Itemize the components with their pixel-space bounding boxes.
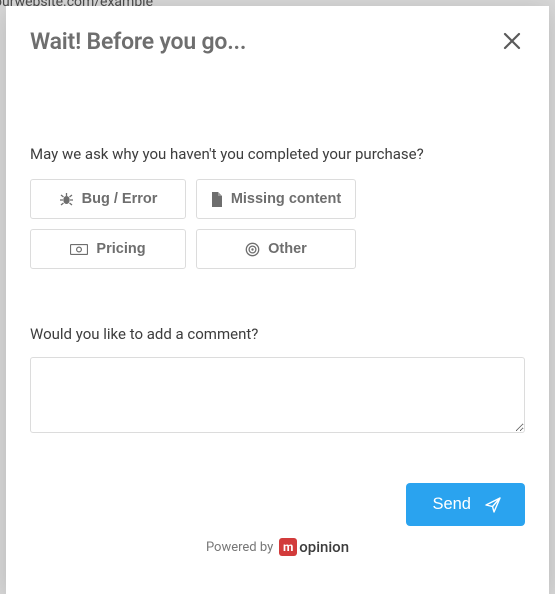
reason-question: May we ask why you haven't you completed… [30,145,525,269]
powered-by-row: Powered by mopinion [30,538,525,556]
modal-title: Wait! Before you go... [30,28,246,55]
close-icon [503,32,521,50]
option-label: Pricing [96,241,145,257]
modal-footer-actions: Send [30,483,525,526]
option-missing-content[interactable]: Missing content [196,179,356,219]
file-icon [211,192,223,207]
bug-icon [59,192,74,206]
feedback-modal: Wait! Before you go... May we ask why yo… [6,6,549,594]
reason-question-label: May we ask why you haven't you completed… [30,145,525,163]
comment-textarea[interactable] [30,357,525,433]
option-label: Bug / Error [82,191,158,207]
option-bug-error[interactable]: Bug / Error [30,179,186,219]
brand-rest: opinion [299,538,349,556]
close-button[interactable] [499,28,525,54]
modal-header: Wait! Before you go... [30,28,525,55]
option-label: Missing content [231,191,341,207]
send-button-label: Send [432,495,471,514]
money-icon [70,244,88,255]
comment-question: Would you like to add a comment? [30,325,525,437]
option-pricing[interactable]: Pricing [30,229,186,269]
option-other[interactable]: Other [196,229,356,269]
paper-plane-icon [485,497,501,513]
comment-label: Would you like to add a comment? [30,325,525,343]
brand-mopinion[interactable]: mopinion [279,538,349,556]
brand-badge: m [279,538,297,556]
target-icon [245,242,260,257]
send-button[interactable]: Send [406,483,525,526]
option-label: Other [268,241,307,257]
reason-options: Bug / Error Missing content Pricing Othe… [30,179,525,269]
powered-by-text: Powered by [206,540,273,555]
